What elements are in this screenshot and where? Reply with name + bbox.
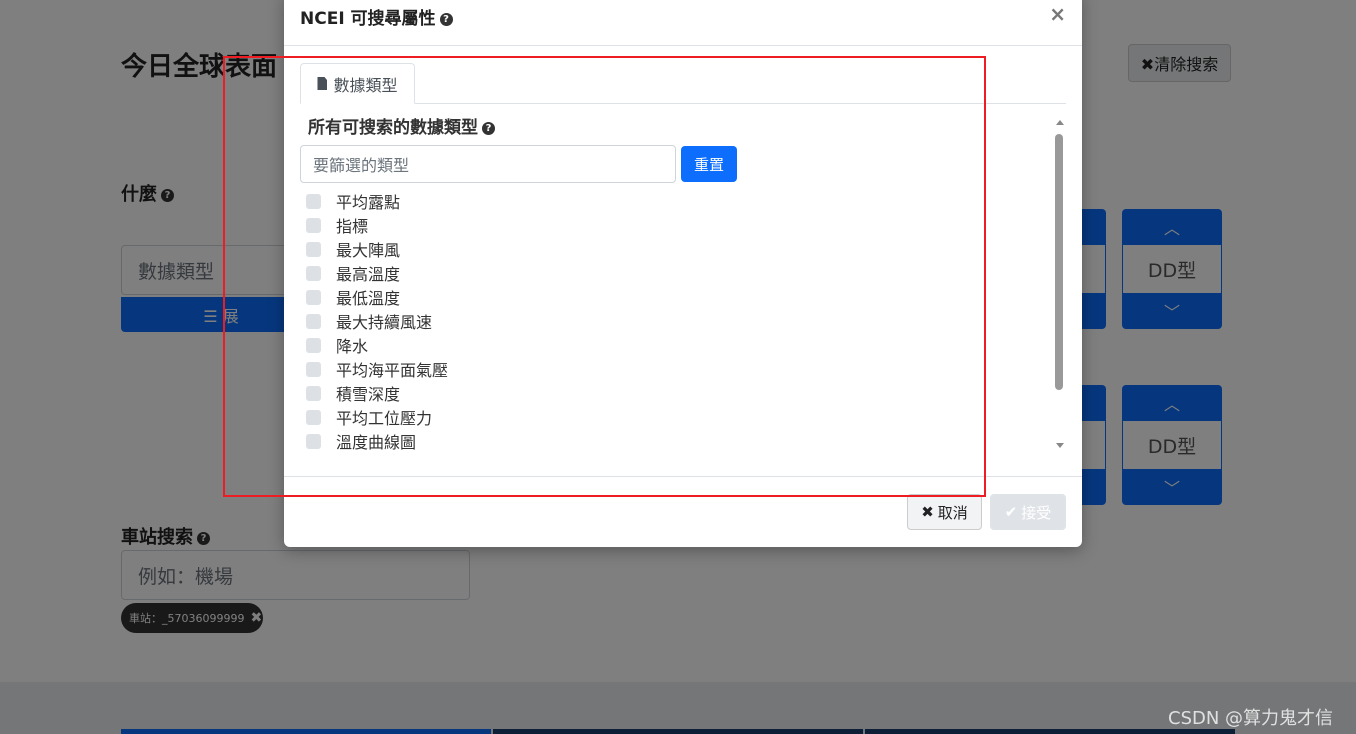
modal-title: NCEI 可搜尋屬性? [300,4,453,29]
cancel-button[interactable]: ✖ 取消 [907,494,982,530]
close-icon[interactable]: × [1049,2,1066,26]
modal-title-text: NCEI 可搜尋屬性 [300,9,436,29]
highlight-annotation [223,56,986,497]
accept-button[interactable]: ✔ 接受 [990,494,1066,530]
list-scrollbar[interactable] [1054,120,1066,448]
scroll-thumb[interactable] [1055,134,1063,390]
watermark: CSDN @算力鬼才信 [1168,708,1334,729]
check-icon: ✔ [1004,503,1018,521]
modal-header: NCEI 可搜尋屬性? × [284,0,1082,46]
close-icon: ✖ [921,503,934,521]
help-icon[interactable]: ? [439,12,453,26]
scroll-up-arrow-icon[interactable] [1056,120,1064,125]
scroll-down-arrow-icon[interactable] [1056,443,1064,448]
cancel-label: 取消 [937,503,968,522]
accept-label: 接受 [1021,503,1052,522]
